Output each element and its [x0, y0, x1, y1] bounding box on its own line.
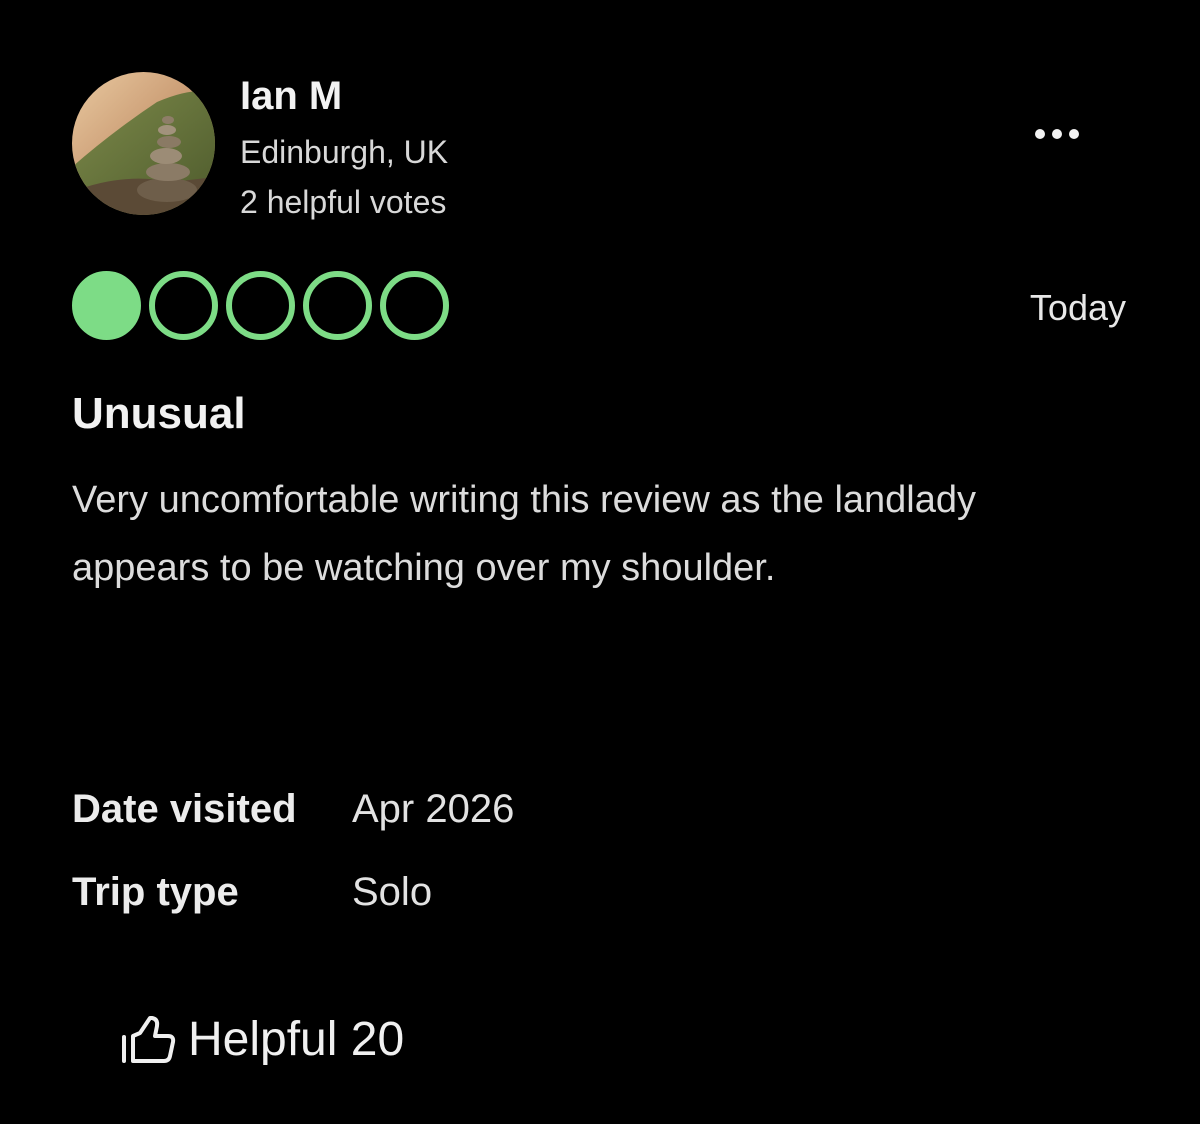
more-dot [1069, 129, 1079, 139]
review-date: Today [1029, 287, 1126, 328]
more-dot [1035, 129, 1045, 139]
rating-bubble-empty [380, 271, 449, 340]
avatar-photo [72, 72, 215, 215]
more-dot [1052, 129, 1062, 139]
rating-bubble-empty [149, 271, 218, 340]
rating-bubble-empty [303, 271, 372, 340]
rating-bubble-filled [72, 271, 141, 340]
reviewer-name[interactable]: Ian M [240, 72, 342, 120]
reviewer-location: Edinburgh, UK [240, 134, 449, 170]
rating-bubbles [72, 271, 449, 341]
trip-type-value: Solo [352, 870, 433, 914]
review-card: Ian M Edinburgh, UK 2 helpful votes Toda… [0, 0, 1200, 1124]
date-visited-value: Apr 2026 [352, 787, 515, 831]
review-text: Very uncomfortable writing this review a… [72, 479, 977, 589]
review-title: Unusual [72, 389, 246, 438]
trip-type-label: Trip type [72, 870, 239, 914]
more-options-icon[interactable] [1024, 116, 1090, 152]
date-visited-label: Date visited [72, 787, 297, 831]
thumbs-up-icon [122, 1016, 176, 1063]
helpful-label: Helpful 20 [188, 1013, 405, 1066]
rating-bubble-empty [226, 271, 295, 340]
helpful-button[interactable]: Helpful 20 [120, 1010, 404, 1070]
reviewer-avatar[interactable] [72, 72, 215, 215]
reviewer-helpful-votes: 2 helpful votes [240, 184, 447, 220]
